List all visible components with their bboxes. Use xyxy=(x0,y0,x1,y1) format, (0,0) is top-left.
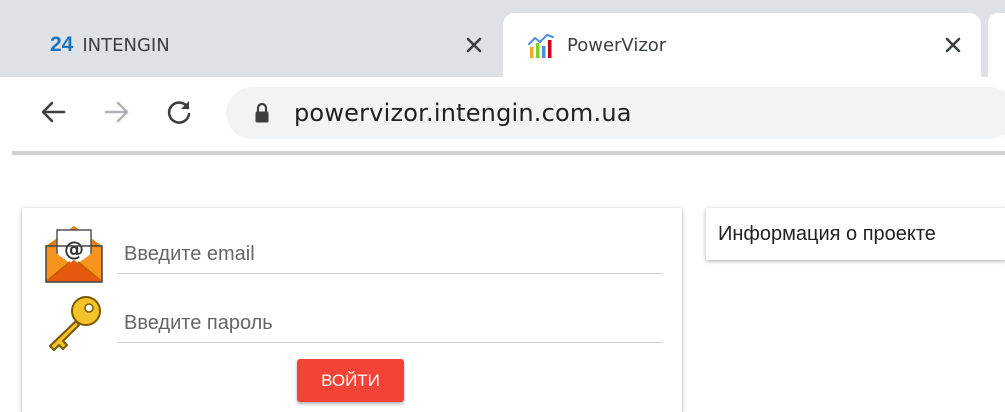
url-text[interactable]: powervizor.intengin.com.ua xyxy=(294,99,632,127)
svg-text:@: @ xyxy=(64,237,84,261)
intengin-favicon: 24 xyxy=(50,33,74,56)
next-tab-edge[interactable] xyxy=(988,13,1005,77)
tab-title: PowerVizor xyxy=(567,34,667,56)
back-arrow-icon[interactable] xyxy=(38,97,68,127)
address-bar[interactable]: powervizor.intengin.com.ua xyxy=(226,87,1005,139)
email-envelope-icon: @ xyxy=(45,226,103,283)
key-icon xyxy=(49,296,101,351)
password-field[interactable] xyxy=(118,305,663,343)
close-icon[interactable] xyxy=(941,33,965,57)
login-button[interactable]: ВОЙТИ xyxy=(297,359,404,402)
email-field[interactable] xyxy=(118,236,663,274)
browser-toolbar: powervizor.intengin.com.ua xyxy=(0,77,1005,149)
toolbar-divider xyxy=(12,151,1005,155)
tab-intengin[interactable]: 24 INTENGIN xyxy=(12,13,498,77)
project-info-link[interactable]: Информация о проекте xyxy=(718,223,936,246)
forward-arrow-icon[interactable] xyxy=(102,97,132,127)
tab-powervizor[interactable]: PowerVizor xyxy=(503,13,981,77)
project-info-card[interactable]: Информация о проекте xyxy=(706,208,1005,260)
close-icon[interactable] xyxy=(462,33,486,57)
tab-title: INTENGIN xyxy=(82,34,170,56)
reload-icon[interactable] xyxy=(164,97,194,127)
lock-icon[interactable] xyxy=(254,102,270,124)
login-form: @ ВОЙТИ xyxy=(22,208,682,412)
powervizor-logo-icon xyxy=(528,34,554,58)
tab-strip: 24 INTENGIN PowerVizor xyxy=(0,0,1005,77)
